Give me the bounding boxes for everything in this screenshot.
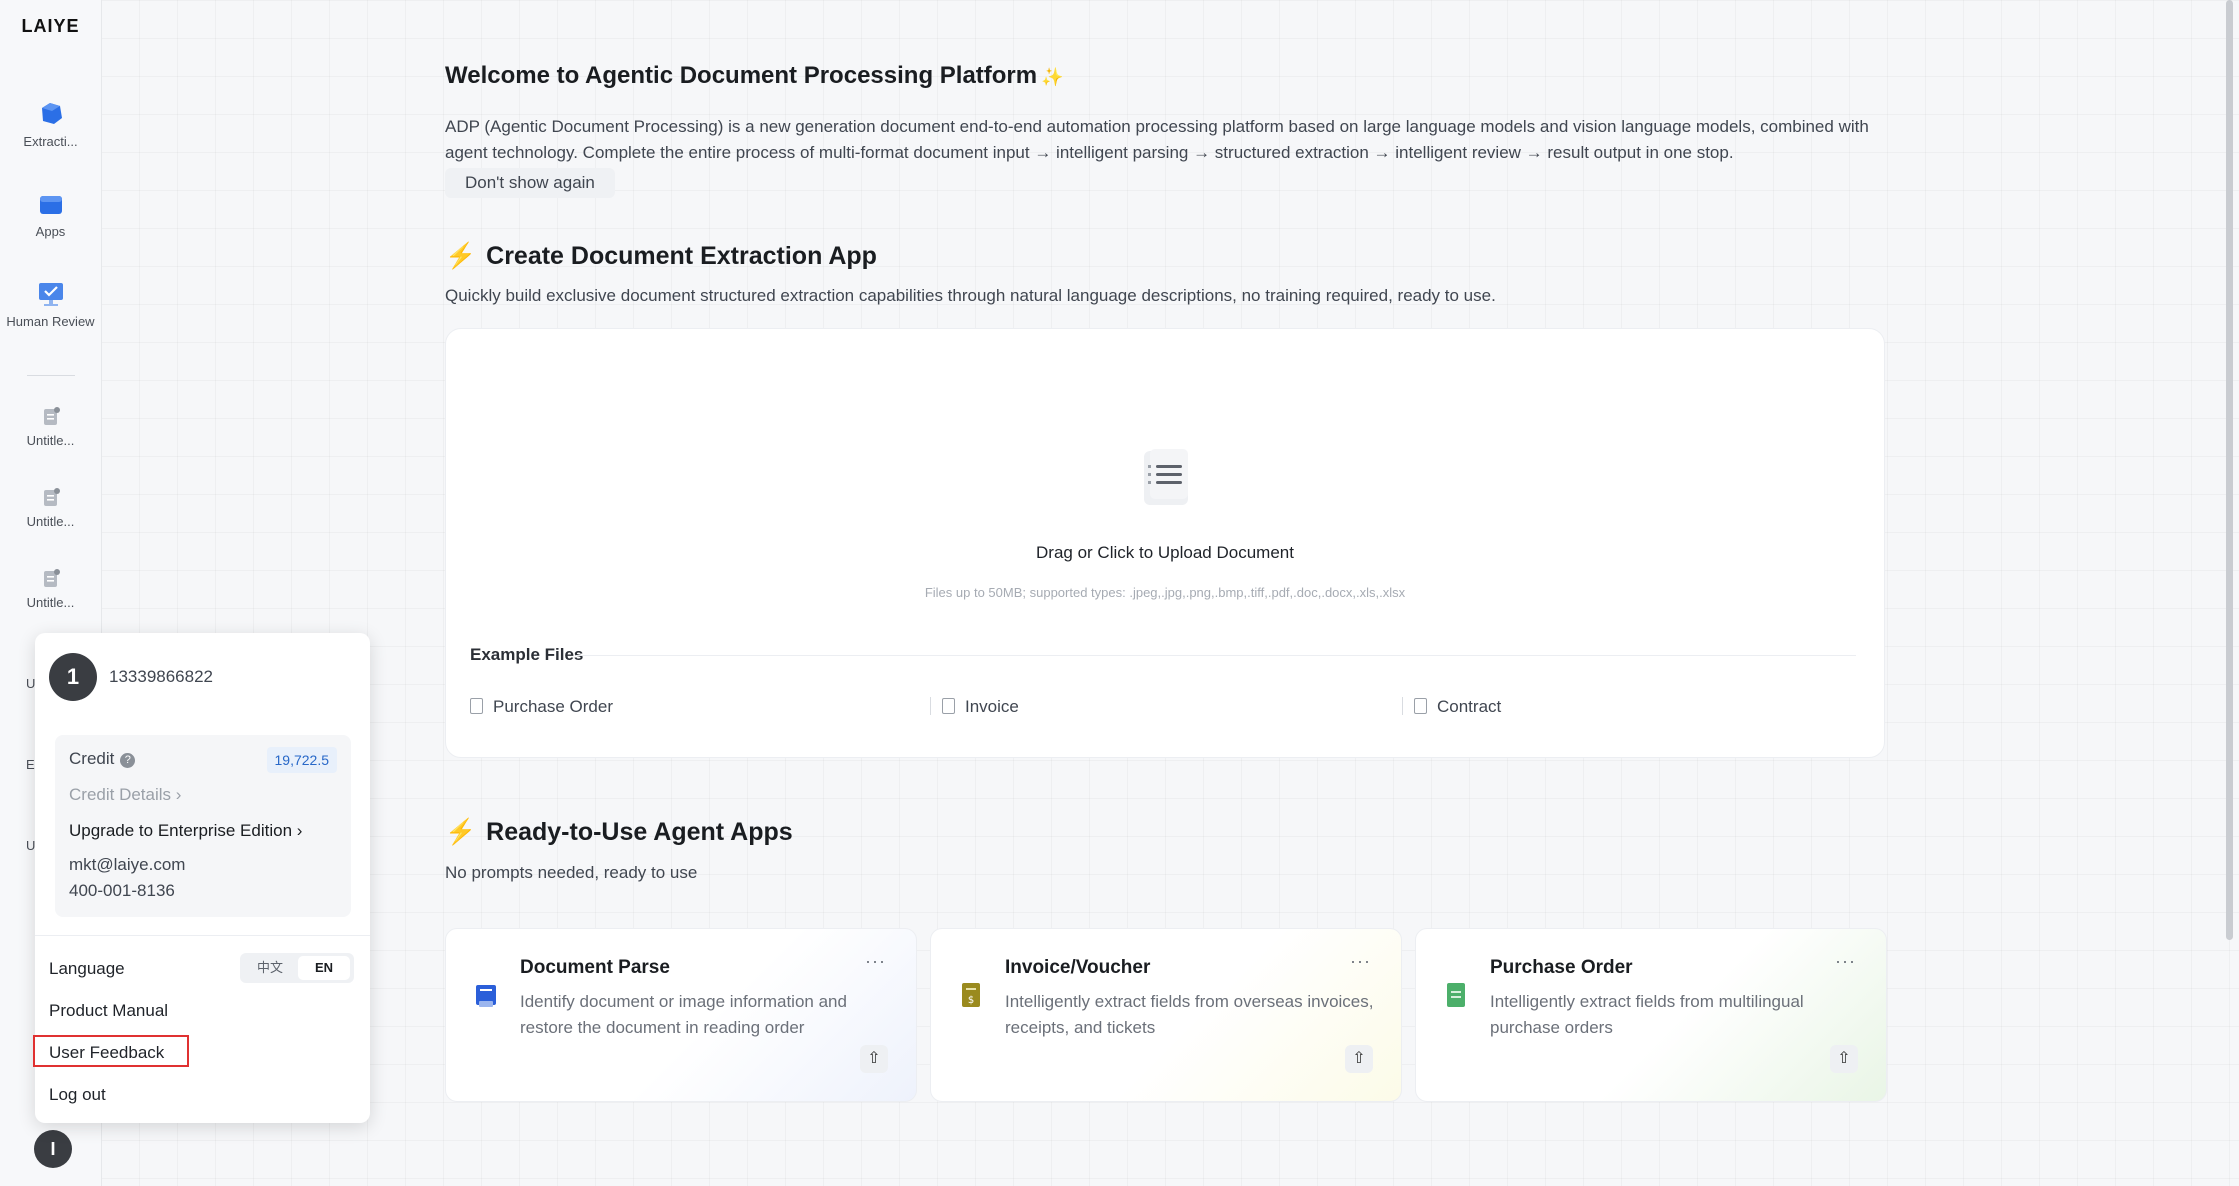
dont-show-again-button[interactable]: Don't show again bbox=[445, 168, 615, 198]
welcome-title-text: Welcome to Agentic Document Processing P… bbox=[445, 62, 1038, 89]
vertical-scrollbar[interactable] bbox=[2226, 0, 2233, 940]
apps-section-subtitle: No prompts needed, ready to use bbox=[445, 863, 698, 882]
credit-details-link[interactable]: Credit Details › bbox=[69, 785, 181, 805]
human-review-icon bbox=[38, 283, 63, 306]
avatar: 1 bbox=[49, 653, 97, 701]
app-title: Purchase Order bbox=[1490, 957, 1633, 978]
create-section-title-text: Create Document Extraction App bbox=[486, 242, 877, 270]
sidebar-peek-item: U bbox=[26, 838, 36, 853]
more-options-icon[interactable]: ··· bbox=[865, 951, 886, 972]
chevron-right-icon: › bbox=[175, 785, 182, 804]
document-parse-icon bbox=[476, 985, 496, 1007]
sidebar-item-apps[interactable]: Apps bbox=[0, 192, 101, 240]
product-manual-item[interactable]: Product Manual bbox=[49, 1001, 168, 1021]
upload-icon[interactable]: ⇧ bbox=[1345, 1045, 1373, 1073]
contact-email: mkt@laiye.com bbox=[69, 855, 186, 874]
sparkle-icon: ✨ bbox=[1041, 67, 1064, 87]
sidebar-item-label: Apps bbox=[35, 224, 66, 239]
example-separator bbox=[1402, 697, 1403, 715]
credit-details-text: Credit Details bbox=[69, 785, 172, 804]
app-title: Document Parse bbox=[520, 957, 670, 978]
sidebar-item-label: Untitle... bbox=[26, 595, 75, 610]
help-icon[interactable]: ? bbox=[120, 753, 136, 768]
upload-prompt: Drag or Click to Upload Document bbox=[1036, 543, 1294, 562]
sidebar-peek-item: E bbox=[26, 757, 35, 772]
apps-icon bbox=[39, 196, 62, 214]
sidebar-item-human-review[interactable]: Human Review bbox=[0, 280, 101, 330]
sidebar-item-extraction[interactable]: Extracti... bbox=[0, 100, 101, 150]
example-file-contract[interactable]: Contract bbox=[1414, 697, 1501, 717]
sidebar-divider bbox=[27, 375, 75, 376]
user-phone: 13339866822 bbox=[109, 667, 214, 686]
upload-document-icon bbox=[1144, 449, 1188, 505]
example-divider bbox=[576, 655, 1856, 656]
logout-item[interactable]: Log out bbox=[49, 1085, 106, 1105]
language-label: Language bbox=[49, 959, 125, 978]
credit-panel: Credit? 19,722.5 Credit Details › Upgrad… bbox=[55, 735, 351, 917]
upload-dropzone[interactable]: Drag or Click to Upload Document Files u… bbox=[445, 328, 1885, 758]
credit-label-text: Credit bbox=[69, 749, 115, 768]
app-card-purchase-order[interactable]: Purchase Order Intelligently extract fie… bbox=[1415, 928, 1887, 1102]
example-file-invoice[interactable]: Invoice bbox=[942, 697, 1019, 717]
contact-phone: 400-001-8136 bbox=[69, 881, 175, 900]
popup-divider bbox=[35, 935, 370, 936]
create-section-subtitle: Quickly build exclusive document structu… bbox=[445, 286, 1496, 305]
welcome-description: ADP (Agentic Document Processing) is a n… bbox=[445, 117, 1869, 162]
app-title: Invoice/Voucher bbox=[1005, 957, 1151, 978]
sidebar-item-untitled-1[interactable]: Untitle... bbox=[0, 405, 101, 449]
credit-label: Credit? bbox=[69, 749, 136, 769]
file-icon bbox=[1414, 698, 1427, 714]
sidebar-item-untitled-3[interactable]: Untitle... bbox=[0, 567, 101, 611]
upload-icon[interactable]: ⇧ bbox=[1830, 1045, 1858, 1073]
example-files-label: Example Files bbox=[470, 645, 584, 664]
chevron-right-icon: › bbox=[296, 821, 303, 840]
upload-icon[interactable]: ⇧ bbox=[860, 1045, 888, 1073]
lang-option-en[interactable]: EN bbox=[298, 956, 350, 980]
upgrade-text: Upgrade to Enterprise Edition bbox=[69, 821, 293, 840]
brand-logo[interactable]: LAIYE bbox=[0, 16, 101, 37]
example-file-label: Invoice bbox=[965, 697, 1019, 716]
example-file-label: Contract bbox=[1437, 697, 1502, 716]
document-icon bbox=[43, 407, 60, 425]
credit-balance-badge: 19,722.5 bbox=[266, 747, 337, 773]
lightning-icon: ⚡ bbox=[445, 242, 477, 270]
example-separator bbox=[930, 697, 931, 715]
example-file-label: Purchase Order bbox=[493, 697, 613, 716]
sidebar-item-label: Untitle... bbox=[26, 514, 75, 529]
purchase-order-icon bbox=[1447, 983, 1465, 1007]
file-icon bbox=[942, 698, 955, 714]
more-options-icon[interactable]: ··· bbox=[1350, 951, 1371, 972]
app-card-document-parse[interactable]: Document Parse Identify document or imag… bbox=[445, 928, 917, 1102]
document-icon bbox=[43, 488, 60, 506]
user-avatar-button[interactable]: I bbox=[34, 1130, 72, 1168]
upgrade-enterprise-link[interactable]: Upgrade to Enterprise Edition › bbox=[69, 821, 302, 841]
document-icon bbox=[43, 569, 60, 587]
file-icon bbox=[470, 698, 483, 714]
welcome-title: Welcome to Agentic Document Processing P… bbox=[445, 62, 1064, 90]
invoice-icon: $ bbox=[962, 983, 980, 1007]
sidebar-item-label: Human Review bbox=[6, 314, 95, 329]
user-menu-popup: 1 13339866822 Credit? 19,722.5 Credit De… bbox=[33, 633, 370, 1123]
lang-option-zh[interactable]: 中文 bbox=[244, 956, 296, 980]
example-file-purchase-order[interactable]: Purchase Order bbox=[470, 697, 613, 717]
app-description: Identify document or image information a… bbox=[520, 992, 847, 1037]
svg-text:$: $ bbox=[968, 995, 974, 1006]
sidebar-item-label: Extracti... bbox=[23, 134, 78, 149]
apps-section-title: ⚡ Ready-to-Use Agent Apps bbox=[445, 818, 793, 847]
app-description: Intelligently extract fields from overse… bbox=[1005, 992, 1374, 1037]
sidebar-peek-item: U bbox=[26, 676, 36, 691]
app-description: Intelligently extract fields from multil… bbox=[1490, 992, 1804, 1037]
sidebar-item-untitled-2[interactable]: Untitle... bbox=[0, 486, 101, 530]
app-card-invoice-voucher[interactable]: $ Invoice/Voucher Intelligently extract … bbox=[930, 928, 1402, 1102]
user-feedback-item[interactable]: User Feedback bbox=[49, 1043, 164, 1063]
upload-hint: Files up to 50MB; supported types: .jpeg… bbox=[924, 585, 1406, 600]
lightning-icon: ⚡ bbox=[445, 818, 477, 846]
extraction-icon bbox=[41, 103, 62, 124]
sidebar-item-label: Untitle... bbox=[26, 433, 75, 448]
language-toggle: 中文 EN bbox=[240, 953, 354, 983]
create-section-title: ⚡ Create Document Extraction App bbox=[445, 242, 877, 271]
more-options-icon[interactable]: ··· bbox=[1835, 951, 1856, 972]
apps-section-title-text: Ready-to-Use Agent Apps bbox=[486, 818, 793, 846]
